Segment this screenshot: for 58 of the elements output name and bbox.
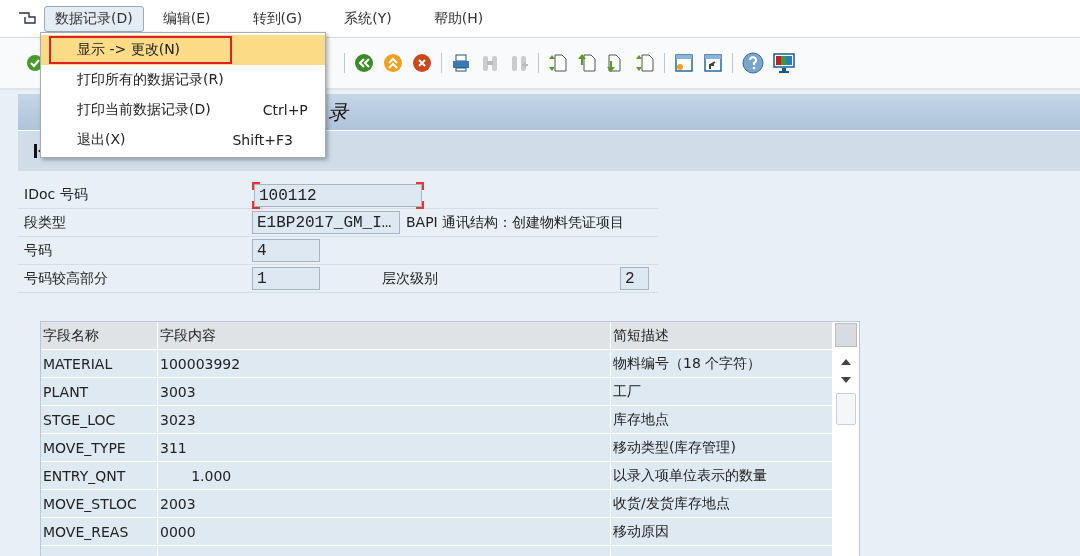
back-icon[interactable]: [354, 53, 374, 73]
high-part-field[interactable]: 1: [252, 267, 320, 290]
menu-item[interactable]: 编辑(E): [151, 5, 222, 32]
table-cell: STGE_LOC: [41, 406, 158, 433]
monitor-icon[interactable]: [773, 52, 795, 74]
print-icon[interactable]: [451, 53, 471, 73]
shortcut-text: Ctrl+P: [262, 102, 308, 118]
menu-option-label: 退出(X): [76, 130, 127, 149]
previous-page-icon[interactable]: [577, 53, 597, 73]
shortcut-text: Shift+F3: [232, 132, 293, 148]
field-label: 段类型: [23, 213, 67, 232]
menu-option[interactable]: 退出(X) Shift+F3: [41, 125, 325, 155]
menu-item[interactable]: 转到(G): [241, 5, 314, 32]
last-page-icon[interactable]: [635, 53, 655, 73]
scroll-up-icon[interactable]: [841, 359, 851, 365]
menu-option[interactable]: 打印所有的数据记录(R): [41, 65, 325, 95]
table-cell: 3003: [158, 378, 611, 405]
menu-item[interactable]: 系统(Y): [333, 5, 403, 32]
menu-option-label: 打印当前数据记录(D): [76, 100, 212, 119]
field-label: 号码: [23, 241, 53, 260]
scroll-down-icon[interactable]: [841, 377, 851, 383]
segment-type-field[interactable]: E1BP2017_GM_I…: [252, 211, 400, 234]
table-cell: PLANT: [41, 378, 158, 405]
column-header[interactable]: 字段名称: [41, 322, 158, 349]
new-window-icon[interactable]: [674, 53, 694, 73]
table-cell: 311: [158, 434, 611, 461]
table-cell: 100003992: [158, 350, 611, 377]
shortcut-window-icon[interactable]: [703, 53, 723, 73]
table-cell: MOVE_STLOC: [41, 490, 158, 517]
field-label: IDoc 号码: [23, 185, 89, 204]
table-cell: 1.000: [158, 462, 611, 489]
help-icon[interactable]: [742, 52, 764, 74]
table-cell: ENTRY_QNT: [41, 462, 158, 489]
field-label: 层次级别: [381, 269, 439, 288]
screen-title: 录: [328, 98, 348, 126]
menu-item[interactable]: 帮助(H): [422, 5, 495, 32]
number-field[interactable]: 4: [252, 239, 320, 262]
menu-option-label: 显示 -> 更改(N): [49, 36, 233, 64]
menu-option-label: 打印所有的数据记录(R): [76, 70, 225, 89]
table-cell: 3023: [158, 406, 611, 433]
scrollbar-thumb[interactable]: [836, 393, 856, 425]
menu-option[interactable]: 打印当前数据记录(D) Ctrl+P: [41, 95, 325, 125]
table-cell: 2003: [158, 490, 611, 517]
window-menu-icon[interactable]: [18, 11, 36, 26]
table-cell: MOVE_TYPE: [41, 434, 158, 461]
cancel-icon[interactable]: [412, 53, 432, 73]
level-field[interactable]: 2: [620, 267, 649, 290]
menu-item[interactable]: 数据记录(D): [44, 5, 144, 32]
up-icon[interactable]: [383, 53, 403, 73]
segment-description: BAPI 通讯结构：创建物料凭证项目: [406, 213, 625, 232]
table-cell: MOVE_REAS: [41, 518, 158, 545]
column-header[interactable]: 字段内容: [158, 322, 611, 349]
idoc-number-field[interactable]: 100112: [254, 184, 422, 207]
first-page-icon[interactable]: [548, 53, 568, 73]
table-cell: 0000: [158, 518, 611, 545]
field-label: 号码较高部分: [23, 269, 109, 288]
table-cell: MATERIAL: [41, 350, 158, 377]
menu-option[interactable]: 显示 -> 更改(N): [41, 35, 325, 65]
